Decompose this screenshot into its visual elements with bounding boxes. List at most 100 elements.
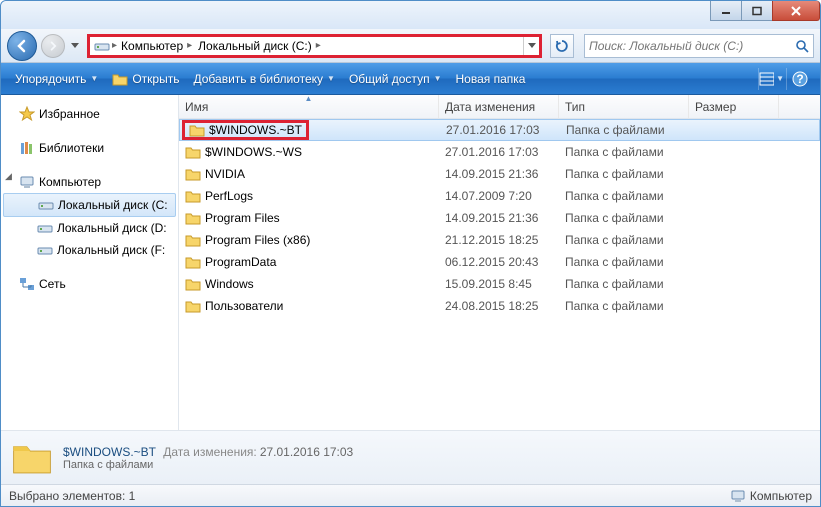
- sidebar-libraries[interactable]: Библиотеки: [1, 137, 178, 159]
- sidebar-drive-d[interactable]: Локальный диск (D:: [1, 217, 178, 239]
- svg-text:?: ?: [796, 72, 803, 86]
- cell-type: Папка с файлами: [560, 123, 690, 137]
- breadcrumb-segment[interactable]: Локальный диск (C:)▸: [196, 39, 323, 53]
- libraries-icon: [19, 140, 35, 156]
- search-icon[interactable]: [795, 39, 809, 53]
- cell-name: PerfLogs: [179, 189, 439, 203]
- sidebar-favorites[interactable]: Избранное: [1, 103, 178, 125]
- cell-type: Папка с файлами: [559, 255, 689, 269]
- sidebar-network[interactable]: Сеть: [1, 273, 178, 295]
- cell-name: $WINDOWS.~WS: [179, 145, 439, 159]
- column-size[interactable]: Размер: [689, 95, 779, 118]
- nav-forward-button[interactable]: [41, 34, 65, 58]
- folder-icon: [185, 233, 201, 247]
- search-box[interactable]: [584, 34, 814, 58]
- column-headers: ▲Имя Дата изменения Тип Размер: [179, 95, 820, 119]
- organize-button[interactable]: Упорядочить▼: [9, 68, 104, 90]
- cell-name: $WINDOWS.~BT: [180, 120, 440, 140]
- titlebar[interactable]: [1, 1, 820, 29]
- cell-date: 27.01.2016 17:03: [440, 123, 560, 137]
- drive-icon: [38, 197, 54, 213]
- cell-name: NVIDIA: [179, 167, 439, 181]
- cell-type: Папка с файлами: [559, 211, 689, 225]
- minimize-button[interactable]: [710, 1, 742, 21]
- main-panel: ▲Имя Дата изменения Тип Размер $WINDOWS.…: [179, 95, 820, 430]
- column-date[interactable]: Дата изменения: [439, 95, 559, 118]
- new-folder-button[interactable]: Новая папка: [449, 68, 531, 90]
- details-name: $WINDOWS.~BT Дата изменения: 27.01.2016 …: [63, 444, 353, 459]
- breadcrumb[interactable]: ▸ Компьютер▸ Локальный диск (C:)▸: [90, 38, 523, 54]
- maximize-button[interactable]: [741, 1, 773, 21]
- cell-date: 24.08.2015 18:25: [439, 299, 559, 313]
- view-button[interactable]: ▼: [758, 68, 784, 90]
- close-button[interactable]: [772, 1, 820, 21]
- chevron-right-icon: ▸: [187, 40, 192, 51]
- status-selected: Выбрано элементов: 1: [9, 489, 135, 503]
- nav-back-button[interactable]: [7, 31, 37, 61]
- table-row[interactable]: Пользователи24.08.2015 18:25Папка с файл…: [179, 295, 820, 317]
- sort-indicator-icon: ▲: [305, 95, 313, 103]
- sidebar-drive-c[interactable]: Локальный диск (C:: [3, 193, 176, 217]
- sidebar-computer[interactable]: Компьютер: [1, 171, 178, 193]
- drive-icon: [94, 38, 110, 54]
- cell-name: Пользователи: [179, 299, 439, 313]
- cell-date: 27.01.2016 17:03: [439, 145, 559, 159]
- refresh-button[interactable]: [550, 34, 574, 58]
- table-row[interactable]: ProgramData06.12.2015 20:43Папка с файла…: [179, 251, 820, 273]
- cell-name: Program Files (x86): [179, 233, 439, 247]
- cell-name: ProgramData: [179, 255, 439, 269]
- table-row[interactable]: $WINDOWS.~WS27.01.2016 17:03Папка с файл…: [179, 141, 820, 163]
- help-button[interactable]: ?: [786, 68, 812, 90]
- drive-icon: [37, 220, 53, 236]
- breadcrumb-highlight: ▸ Компьютер▸ Локальный диск (C:)▸: [87, 34, 542, 58]
- explorer-window: ▸ Компьютер▸ Локальный диск (C:)▸ Упоряд…: [0, 0, 821, 507]
- cell-type: Папка с файлами: [559, 299, 689, 313]
- status-location: Компьютер: [730, 489, 812, 503]
- drive-icon: [37, 242, 53, 258]
- folder-icon: [185, 255, 201, 269]
- statusbar: Выбрано элементов: 1 Компьютер: [1, 484, 820, 506]
- table-row[interactable]: NVIDIA14.09.2015 21:36Папка с файлами: [179, 163, 820, 185]
- folder-icon: [185, 211, 201, 225]
- cell-type: Папка с файлами: [559, 167, 689, 181]
- table-row[interactable]: Program Files (x86)21.12.2015 18:25Папка…: [179, 229, 820, 251]
- breadcrumb-dropdown[interactable]: [523, 37, 539, 55]
- cell-name: Windows: [179, 277, 439, 291]
- table-row[interactable]: Program Files14.09.2015 21:36Папка с фай…: [179, 207, 820, 229]
- folder-icon: [185, 189, 201, 203]
- search-input[interactable]: [589, 39, 795, 53]
- table-row[interactable]: PerfLogs14.07.2009 7:20Папка с файлами: [179, 185, 820, 207]
- cell-type: Папка с файлами: [559, 145, 689, 159]
- chevron-right-icon: ▸: [316, 40, 321, 51]
- cell-date: 14.07.2009 7:20: [439, 189, 559, 203]
- open-button[interactable]: Открыть: [106, 68, 185, 90]
- folder-icon: [185, 277, 201, 291]
- details-type: Папка с файлами: [63, 459, 353, 471]
- details-pane: $WINDOWS.~BT Дата изменения: 27.01.2016 …: [1, 430, 820, 484]
- expand-icon[interactable]: ◢: [5, 171, 15, 181]
- sidebar-drive-f[interactable]: Локальный диск (F:: [1, 239, 178, 261]
- nav-history-dropdown[interactable]: [69, 31, 81, 61]
- cell-date: 15.09.2015 8:45: [439, 277, 559, 291]
- folder-large-icon: [11, 439, 53, 477]
- network-icon: [19, 276, 35, 292]
- table-row[interactable]: Windows15.09.2015 8:45Папка с файлами: [179, 273, 820, 295]
- computer-icon: [19, 174, 35, 190]
- file-list[interactable]: $WINDOWS.~BT27.01.2016 17:03Папка с файл…: [179, 119, 820, 430]
- cell-name: Program Files: [179, 211, 439, 225]
- folder-icon: [185, 299, 201, 313]
- cell-date: 14.09.2015 21:36: [439, 167, 559, 181]
- cell-type: Папка с файлами: [559, 233, 689, 247]
- cell-date: 21.12.2015 18:25: [439, 233, 559, 247]
- sidebar: Избранное Библиотеки ◢Компьютер Локальны…: [1, 95, 179, 430]
- share-button[interactable]: Общий доступ▼: [343, 68, 448, 90]
- breadcrumb-segment[interactable]: Компьютер▸: [119, 39, 194, 53]
- column-type[interactable]: Тип: [559, 95, 689, 118]
- column-name[interactable]: ▲Имя: [179, 95, 439, 118]
- folder-icon: [189, 123, 205, 137]
- cell-type: Папка с файлами: [559, 189, 689, 203]
- cell-date: 06.12.2015 20:43: [439, 255, 559, 269]
- navbar: ▸ Компьютер▸ Локальный диск (C:)▸: [1, 29, 820, 63]
- table-row[interactable]: $WINDOWS.~BT27.01.2016 17:03Папка с файл…: [179, 119, 820, 141]
- add-to-library-button[interactable]: Добавить в библиотеку▼: [187, 68, 340, 90]
